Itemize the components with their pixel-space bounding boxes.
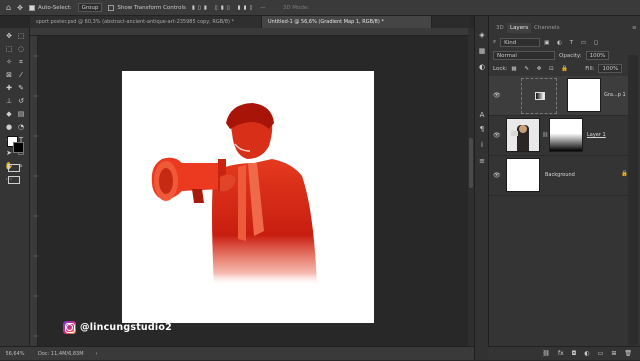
tab-label: Untitled-1 @ 56,6% (Gradient Map 1, RGB/… bbox=[268, 19, 384, 25]
horizontal-ruler bbox=[30, 28, 468, 43]
document-canvas[interactable] bbox=[122, 71, 374, 323]
layer-row-layer-1[interactable]: 👁 ⛓ Layer 1 bbox=[489, 116, 629, 156]
align-icons[interactable]: ▮▯▮ ▯▮▯ ▮▮▯ ⋯ bbox=[192, 5, 269, 11]
instagram-watermark: @lincungstudio2 bbox=[63, 321, 172, 334]
brush-icon[interactable]: ✎ bbox=[16, 83, 26, 93]
layers-scrollbar[interactable] bbox=[628, 55, 638, 345]
filter-icons[interactable]: ▣ ◐ T ▭ ◻ bbox=[544, 40, 601, 46]
opacity-field[interactable]: 100% bbox=[585, 51, 610, 60]
tab-layers[interactable]: Layers bbox=[507, 23, 532, 33]
fill-field[interactable]: 100% bbox=[598, 64, 623, 73]
options-bar: ⌂ ✥ Auto-Select: Group Show Transform Co… bbox=[0, 0, 640, 16]
panel-info-icon[interactable]: i bbox=[477, 140, 487, 150]
frame-icon[interactable]: ⊠ bbox=[4, 70, 14, 80]
mode-3d-label: 3D Mode: bbox=[282, 4, 310, 11]
panel-adjustments-icon[interactable]: ◐ bbox=[477, 62, 487, 72]
mask-link-icon[interactable]: ⛓ bbox=[542, 132, 548, 138]
panel-paragraph-icon[interactable]: ¶ bbox=[477, 124, 487, 134]
vertical-ruler bbox=[30, 36, 38, 346]
filter-search-icon: ⌕ bbox=[493, 39, 497, 45]
tab-sport-poster[interactable]: sport poster.psd @ 60,3% (abstract-ancie… bbox=[30, 16, 262, 28]
home-icon[interactable]: ⌂ bbox=[6, 3, 11, 12]
collapsed-panel-strip: ◈ ▦ ◐ A ¶ i ≡ bbox=[474, 16, 488, 360]
panel-character-icon[interactable]: A bbox=[477, 110, 487, 120]
clone-stamp-icon[interactable]: ⊥ bbox=[4, 96, 14, 106]
history-brush-icon[interactable]: ↺ bbox=[16, 96, 26, 106]
auto-select-checkbox[interactable]: Auto-Select: bbox=[28, 4, 72, 11]
layer-name[interactable]: Background bbox=[545, 172, 575, 178]
dodge-icon[interactable]: ◔ bbox=[16, 122, 26, 132]
layer-mask-thumbnail[interactable] bbox=[549, 118, 583, 152]
tab-label: sport poster.psd @ 60,3% (abstract-ancie… bbox=[36, 19, 235, 25]
show-transform-label: Show Transform Controls bbox=[117, 4, 186, 11]
eraser-icon[interactable]: ◆ bbox=[4, 109, 14, 119]
visibility-eye-icon[interactable]: 👁 bbox=[493, 132, 501, 139]
adjustment-thumbnail bbox=[521, 78, 557, 114]
doc-size-info: Doc: 11,4M/6,83M bbox=[38, 350, 84, 357]
crop-icon[interactable]: ⌗ bbox=[16, 57, 26, 67]
auto-select-check-icon[interactable] bbox=[28, 4, 35, 11]
instagram-icon bbox=[63, 321, 76, 334]
tab-3d[interactable]: 3D bbox=[493, 23, 507, 33]
tab-untitled-1[interactable]: Untitled-1 @ 56,6% (Gradient Map 1, RGB/… bbox=[262, 16, 432, 28]
layer-name[interactable]: Gra...p 1 bbox=[604, 92, 626, 98]
show-transform-check-icon[interactable] bbox=[108, 4, 115, 11]
panel-menu-icon[interactable]: ≡ bbox=[629, 23, 640, 33]
layer-name[interactable]: Layer 1 bbox=[587, 132, 606, 138]
background-color-swatch[interactable] bbox=[13, 142, 24, 153]
instagram-handle: @lincungstudio2 bbox=[80, 322, 172, 333]
artboard-icon[interactable]: ⬚ bbox=[16, 31, 26, 41]
layer-mask-thumbnail[interactable] bbox=[567, 78, 601, 112]
blur-icon[interactable]: ● bbox=[4, 122, 14, 132]
layers-panel: 3D Layers Channels ≡ ⌕ Kind ▣ ◐ T ▭ ◻ No… bbox=[488, 16, 640, 360]
visibility-eye-icon[interactable]: 👁 bbox=[493, 92, 501, 99]
layer-row-background[interactable]: 👁 Background 🔒 bbox=[489, 156, 629, 196]
delete-layer-icon[interactable]: 🗑 bbox=[624, 350, 632, 357]
scrollbar-thumb[interactable] bbox=[469, 138, 473, 188]
new-layer-icon[interactable]: ⊞ bbox=[611, 350, 616, 357]
panel-properties-icon[interactable]: ≡ bbox=[477, 156, 487, 166]
marquee-icon[interactable]: ⬚ bbox=[4, 44, 14, 54]
zoom-level[interactable]: 56,64% bbox=[0, 346, 30, 360]
layer-thumbnail bbox=[506, 158, 540, 192]
adjustment-layer-icon[interactable]: ◐ bbox=[584, 350, 589, 357]
layers-panel-footer: ⛓ fx ◘ ◐ ▭ ⊞ 🗑 bbox=[488, 346, 640, 360]
screen-mode-icon[interactable] bbox=[8, 176, 20, 184]
visibility-eye-icon[interactable]: 👁 bbox=[493, 172, 501, 179]
document-tabs: sport poster.psd @ 60,3% (abstract-ancie… bbox=[30, 16, 470, 28]
blend-mode-dropdown[interactable]: Normal bbox=[493, 51, 555, 60]
status-bar: Doc: 11,4M/6,83M › bbox=[30, 346, 488, 360]
gradient-map-icon bbox=[535, 92, 545, 100]
add-mask-icon[interactable]: ◘ bbox=[572, 350, 577, 357]
lock-label: Lock: bbox=[493, 65, 508, 72]
link-layers-icon[interactable]: ⛓ bbox=[542, 350, 550, 357]
auto-select-dropdown[interactable]: Group bbox=[77, 3, 103, 12]
panel-3d-icon[interactable]: ◈ bbox=[477, 30, 487, 40]
layer-thumbnail bbox=[506, 118, 540, 152]
move-icon[interactable]: ✥ bbox=[4, 31, 14, 41]
tab-channels[interactable]: Channels bbox=[531, 23, 562, 33]
opacity-label: Opacity: bbox=[559, 52, 582, 59]
kind-filter-dropdown[interactable]: Kind bbox=[500, 38, 541, 47]
lock-icons[interactable]: ▦ ✎ ✥ ⊡ 🔒 bbox=[511, 66, 571, 72]
eyedropper-icon[interactable]: ⁄ bbox=[16, 70, 26, 80]
quick-mask-icon[interactable] bbox=[8, 164, 20, 172]
gradient-icon[interactable]: ▤ bbox=[16, 109, 26, 119]
lock-icon: 🔒 bbox=[621, 171, 628, 177]
auto-select-label: Auto-Select: bbox=[37, 4, 72, 11]
move-tool-icon[interactable]: ✥ bbox=[17, 4, 23, 12]
status-arrow-icon[interactable]: › bbox=[96, 351, 98, 357]
new-group-icon[interactable]: ▭ bbox=[598, 350, 604, 357]
layer-row-gradient-map[interactable]: 👁 Gra...p 1 bbox=[489, 76, 629, 116]
lasso-icon[interactable]: ◌ bbox=[16, 44, 26, 54]
red-gradient-figure bbox=[151, 103, 317, 286]
show-transform-checkbox[interactable]: Show Transform Controls bbox=[108, 4, 186, 11]
magic-wand-icon[interactable]: ✧ bbox=[4, 57, 14, 67]
panel-libraries-icon[interactable]: ▦ bbox=[477, 46, 487, 56]
fill-label: Fill: bbox=[585, 65, 595, 72]
tools-panel: ✥ ⬚ ⬚ ◌ ✧ ⌗ ⊠ ⁄ ✚ ✎ ⊥ ↺ ◆ ▤ ● ◔ ✒ T ➤ ▭ … bbox=[0, 28, 30, 346]
healing-brush-icon[interactable]: ✚ bbox=[4, 83, 14, 93]
layer-style-icon[interactable]: fx bbox=[558, 350, 564, 357]
